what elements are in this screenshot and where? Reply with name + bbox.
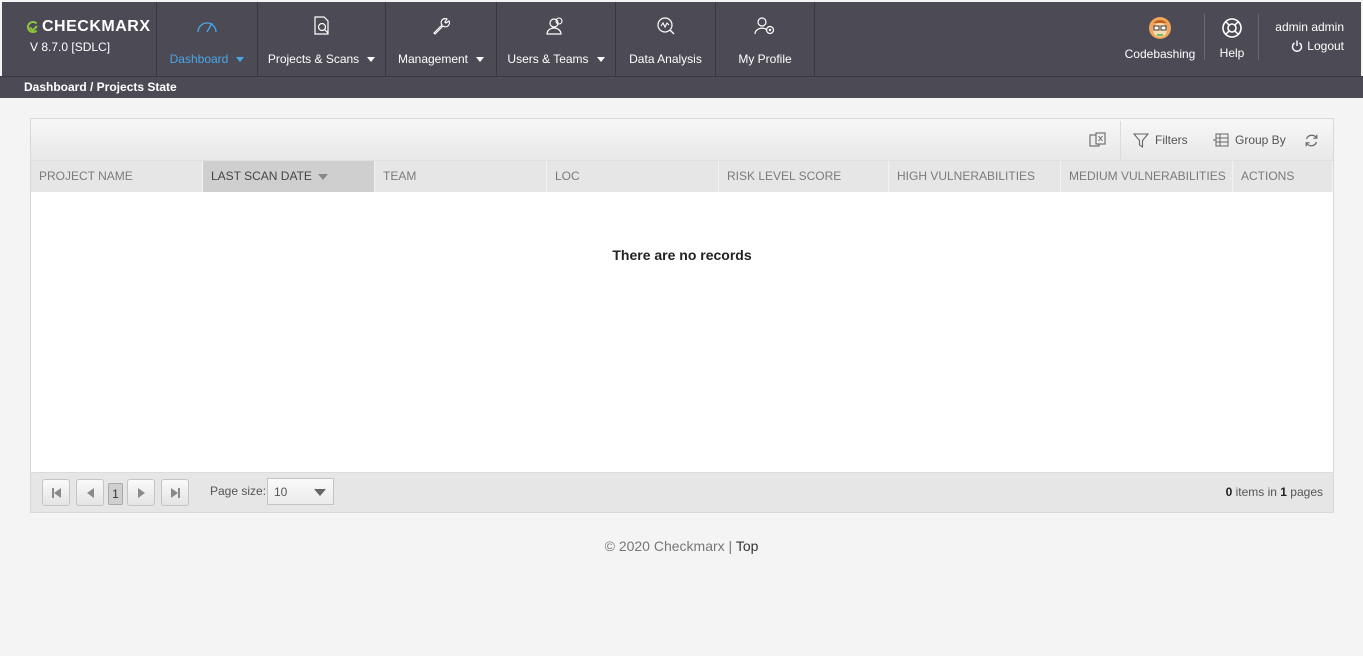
last-page-icon bbox=[170, 487, 180, 498]
nav-data-analysis[interactable]: Data Analysis bbox=[615, 2, 715, 76]
previous-page-button[interactable] bbox=[76, 479, 104, 506]
chevron-down-icon bbox=[596, 56, 605, 62]
column-actions[interactable]: ACTIONS bbox=[1233, 161, 1333, 192]
logout-label: Logout bbox=[1307, 39, 1344, 53]
profile-gear-icon bbox=[753, 14, 777, 38]
refresh-icon bbox=[1304, 133, 1319, 148]
empty-message: There are no records bbox=[612, 247, 752, 263]
filters-button[interactable]: Filters bbox=[1133, 119, 1188, 161]
previous-icon bbox=[86, 487, 94, 498]
nav-my-profile[interactable]: My Profile bbox=[715, 2, 815, 76]
copyright-text: © 2020 Checkmarx | bbox=[604, 538, 736, 554]
help-link[interactable]: Help bbox=[1212, 2, 1252, 76]
page-size-value: 10 bbox=[274, 485, 288, 499]
filters-label: Filters bbox=[1155, 133, 1188, 147]
nav-management[interactable]: Management bbox=[385, 2, 496, 76]
user-name: admin admin bbox=[1275, 20, 1344, 34]
column-project-name[interactable]: PROJECT NAME bbox=[31, 161, 203, 192]
chevron-down-icon bbox=[236, 56, 245, 62]
nav-data-analysis-label: Data Analysis bbox=[629, 52, 702, 66]
top-link[interactable]: Top bbox=[736, 538, 759, 554]
chevron-down-icon bbox=[476, 56, 485, 62]
next-icon bbox=[137, 487, 145, 498]
help-label: Help bbox=[1219, 46, 1245, 60]
checkmarx-logo[interactable]: CHECKMARX V 8.7.0 [SDLC] bbox=[27, 18, 151, 54]
sort-descending-icon bbox=[317, 173, 328, 180]
chevron-down-icon bbox=[367, 56, 376, 62]
page-size-label: Page size: bbox=[210, 484, 267, 498]
analysis-icon bbox=[654, 14, 678, 38]
nav-management-label: Management bbox=[397, 52, 469, 66]
nav-my-profile-label: My Profile bbox=[738, 52, 792, 66]
gauge-icon bbox=[195, 14, 219, 38]
column-risk-level-score[interactable]: RISK LEVEL SCORE bbox=[719, 161, 889, 192]
version-label: V 8.7.0 [SDLC] bbox=[30, 40, 111, 54]
last-page-button[interactable] bbox=[161, 479, 189, 506]
grid-pager: 1 Page size: 10 0 items in 1 pages bbox=[31, 472, 1333, 512]
export-button[interactable] bbox=[1089, 119, 1107, 161]
footer: © 2020 Checkmarx | Top bbox=[0, 538, 1363, 554]
logo-text: CHECKMARX bbox=[42, 18, 151, 35]
divider bbox=[1120, 121, 1121, 159]
codebashing-link[interactable]: Codebashing bbox=[1124, 2, 1196, 76]
items-in-text: items in bbox=[1232, 485, 1281, 499]
column-high-vulnerabilities[interactable]: HIGH VULNERABILITIES bbox=[889, 161, 1061, 192]
top-navigation-bar: CHECKMARX V 8.7.0 [SDLC] Dashboard Proje… bbox=[2, 2, 1361, 76]
column-loc[interactable]: LOC bbox=[547, 161, 719, 192]
pages-text: pages bbox=[1286, 485, 1323, 499]
breadcrumb-text[interactable]: Dashboard / Projects State bbox=[24, 80, 177, 94]
export-icon bbox=[1089, 132, 1107, 148]
nav-projects-scans-label: Projects & Scans bbox=[267, 52, 360, 66]
logo-mark: CHECKMARX bbox=[27, 18, 151, 36]
logout-button[interactable]: Logout bbox=[1275, 39, 1344, 53]
first-page-button[interactable] bbox=[42, 479, 70, 506]
refresh-button[interactable] bbox=[1304, 119, 1319, 161]
pages-count: 1 bbox=[1280, 485, 1287, 499]
wrench-icon bbox=[429, 14, 453, 38]
group-by-label: Group By bbox=[1235, 133, 1286, 147]
filter-icon bbox=[1133, 132, 1149, 148]
group-by-icon bbox=[1213, 133, 1229, 147]
divider bbox=[1258, 14, 1259, 60]
projects-grid: Filters Group By PROJECT NAME LAST SCAN … bbox=[30, 118, 1334, 513]
current-page[interactable]: 1 bbox=[108, 483, 123, 505]
page-size-select[interactable]: 10 bbox=[267, 478, 334, 505]
nav-projects-scans[interactable]: Projects & Scans bbox=[257, 2, 385, 76]
column-medium-vulnerabilities[interactable]: MEDIUM VULNERABILITIES bbox=[1061, 161, 1233, 192]
codebashing-label: Codebashing bbox=[1124, 47, 1196, 61]
grid-toolbar: Filters Group By bbox=[31, 119, 1333, 161]
group-by-button[interactable]: Group By bbox=[1213, 119, 1286, 161]
next-page-button[interactable] bbox=[127, 479, 155, 506]
lifebuoy-icon bbox=[1221, 17, 1243, 42]
nav-users-teams-label: Users & Teams bbox=[507, 52, 589, 66]
user-menu: admin admin Logout bbox=[1275, 20, 1344, 53]
nav-users-teams[interactable]: Users & Teams bbox=[496, 2, 615, 76]
first-page-icon bbox=[51, 487, 61, 498]
breadcrumb: Dashboard / Projects State bbox=[0, 76, 1363, 98]
grid-header-row: PROJECT NAME LAST SCAN DATE TEAM LOC RIS… bbox=[31, 161, 1333, 192]
items-info: 0 items in 1 pages bbox=[1226, 485, 1323, 499]
nav-dashboard[interactable]: Dashboard bbox=[156, 2, 257, 76]
column-last-scan-date-label: LAST SCAN DATE bbox=[211, 169, 312, 183]
nav-dashboard-label: Dashboard bbox=[169, 52, 229, 66]
document-search-icon bbox=[310, 14, 334, 38]
checkmarx-logo-icon bbox=[27, 21, 39, 33]
users-icon bbox=[544, 14, 568, 38]
power-icon bbox=[1291, 40, 1303, 52]
chevron-down-icon bbox=[314, 489, 326, 496]
codebashing-avatar-icon bbox=[1148, 16, 1172, 43]
column-last-scan-date[interactable]: LAST SCAN DATE bbox=[203, 161, 375, 192]
column-team[interactable]: TEAM bbox=[375, 161, 547, 192]
divider bbox=[1204, 14, 1205, 60]
